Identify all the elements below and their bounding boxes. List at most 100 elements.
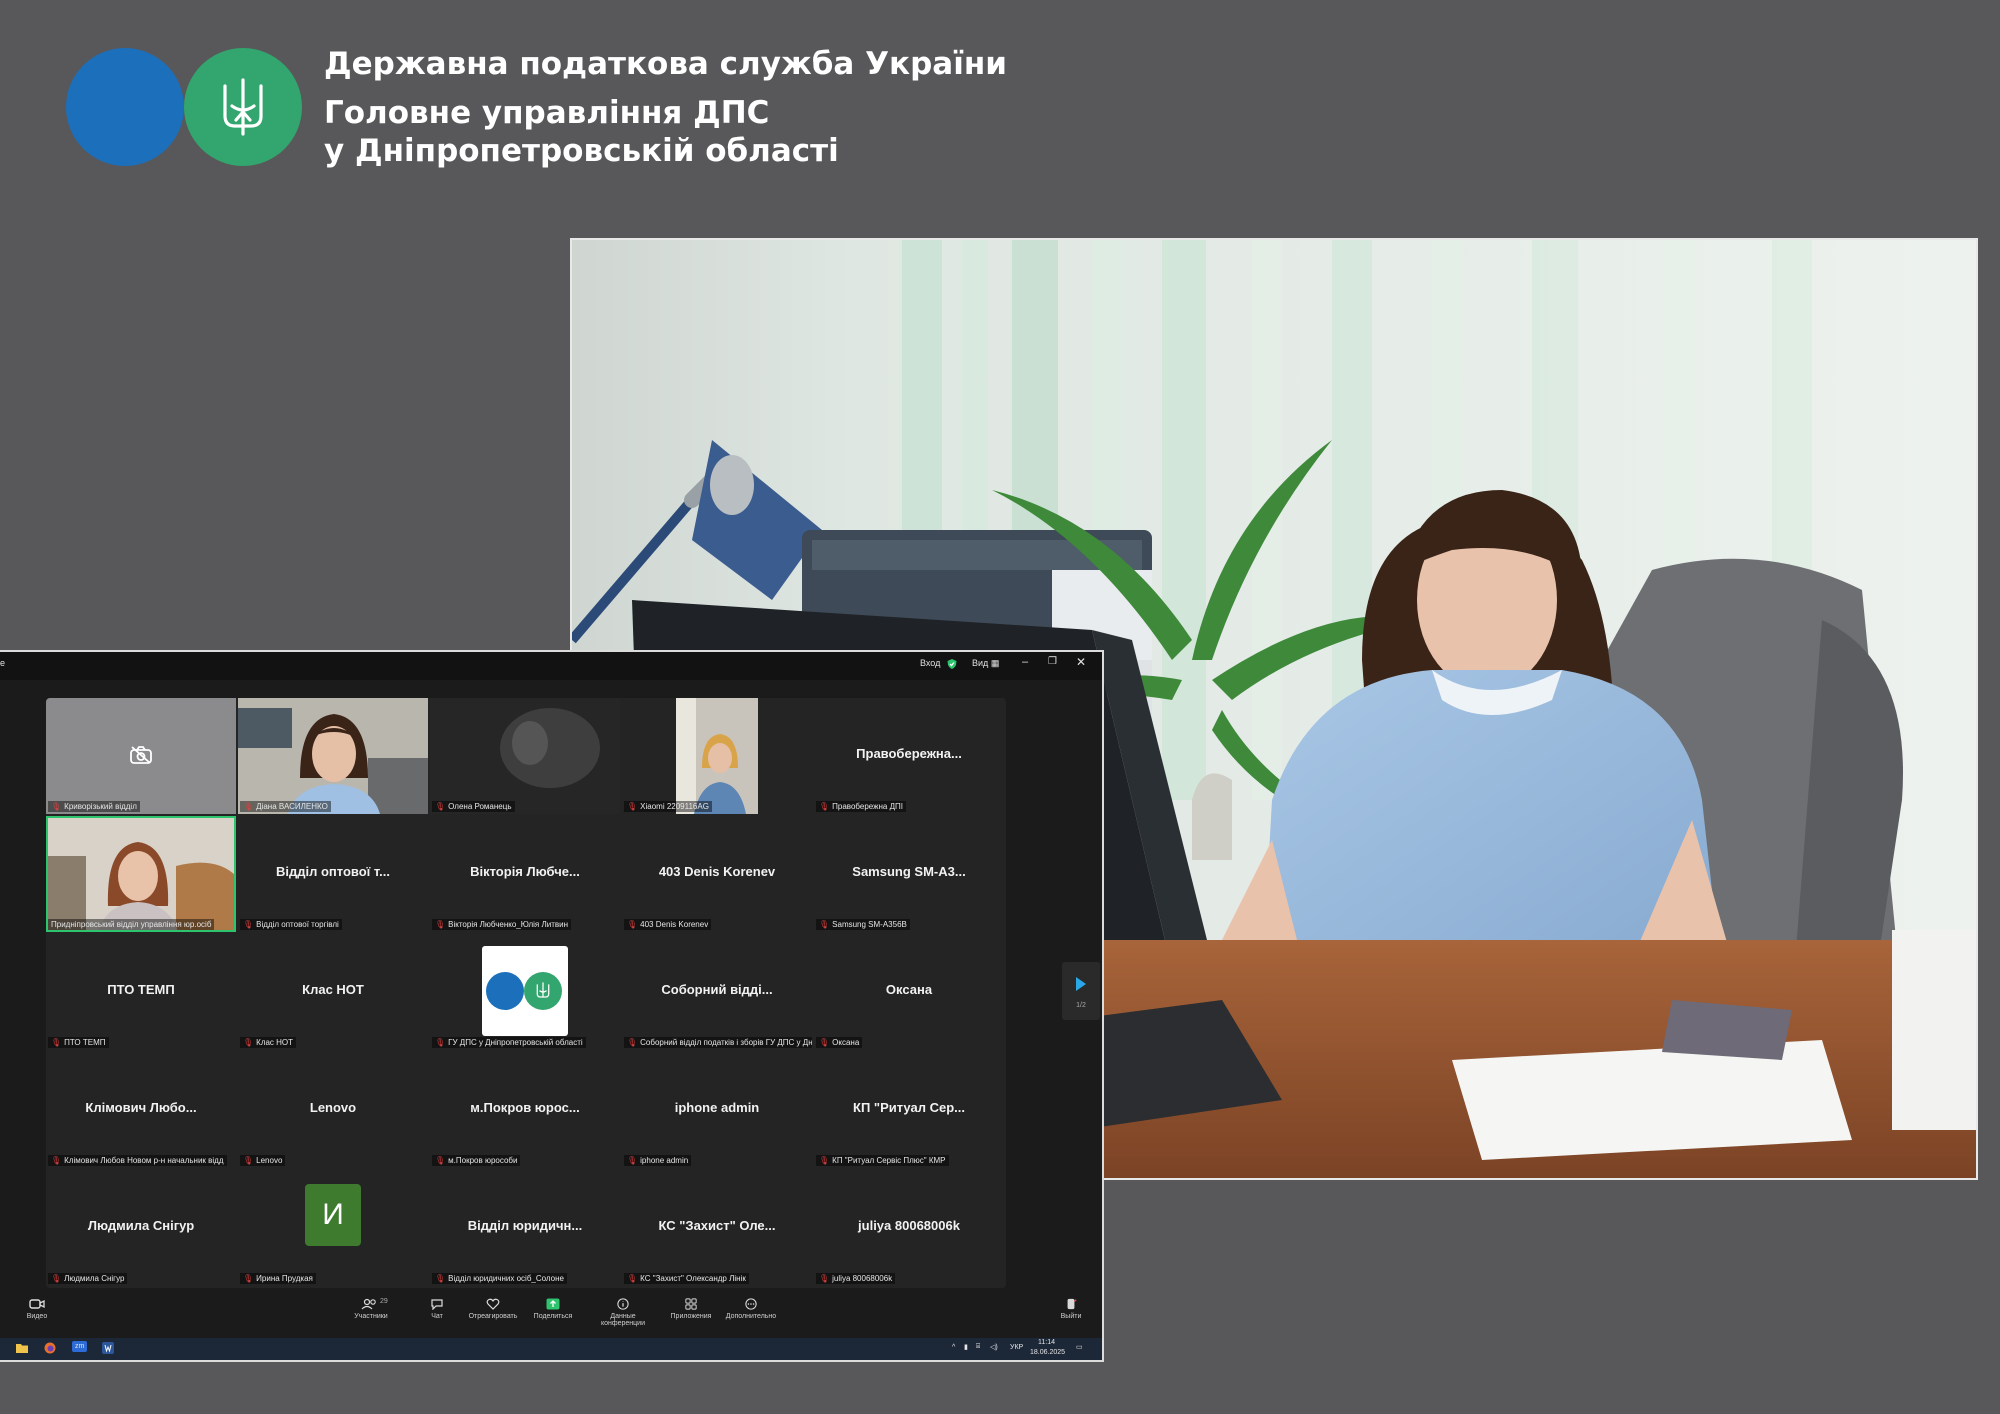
participant-label: 🎙 Соборний відділ податків і зборів ГУ ДП… xyxy=(624,1037,812,1048)
zoom-window[interactable]: e Вход Вид ▦ – ❐ ✕ 🎙Криворізький відділ xyxy=(0,650,1104,1362)
participant-tile[interactable]: 403 Denis Korenev 🎙 403 Denis Korenev xyxy=(622,816,812,932)
participant-label-text: Клімович Любов Новом р-н начальник відд xyxy=(64,1156,224,1165)
participant-tile[interactable]: Людмила Снігур 🎙 Людмила Снігур xyxy=(46,1170,236,1286)
network-icon[interactable]: ⌸ xyxy=(976,1343,980,1351)
minimize-button[interactable]: – xyxy=(1022,656,1028,668)
participant-tile[interactable]: КП "Ритуал Сер... 🎙 КП "Ритуал Сервіс Плю… xyxy=(814,1052,1004,1168)
dps-logo xyxy=(66,48,302,166)
mic-muted-icon: 🎙 xyxy=(627,1274,638,1283)
view-button[interactable]: Вид ▦ xyxy=(972,658,999,669)
participant-name: Соборний відді... xyxy=(661,982,773,997)
participants-count: 29 xyxy=(380,1298,388,1305)
participant-tile[interactable]: Клімович Любо... 🎙 Клімович Любов Новом р… xyxy=(46,1052,236,1168)
participant-tile[interactable]: ПТО ТЕМП 🎙 ПТО ТЕМП xyxy=(46,934,236,1050)
participant-label-text: ГУ ДПС у Дніпропетровській області xyxy=(448,1038,583,1047)
participant-tile[interactable]: Оксана 🎙 Оксана xyxy=(814,934,1004,1050)
leave-label: Выйти xyxy=(1060,1313,1082,1320)
tray-chevron-icon[interactable]: ^ xyxy=(952,1344,955,1351)
participant-label-text: 403 Denis Korenev xyxy=(640,920,709,929)
leave-button[interactable]: Выйти xyxy=(1036,1298,1102,1320)
participant-label-text: juliya 80068006k xyxy=(832,1274,893,1283)
participant-label-text: Samsung SM-A356B xyxy=(832,920,907,929)
organization-header: Державна податкова служба України Головн… xyxy=(324,44,1007,170)
participant-gallery: 🎙 Криворізький відділ 🎙 Діана ВАСИЛЕНКО 🎙 О… xyxy=(46,698,1006,1288)
leave-icon xyxy=(1067,1298,1077,1310)
word-icon[interactable] xyxy=(102,1342,114,1356)
info-label: Данные конференции xyxy=(600,1313,646,1327)
mic-muted-icon: 🎙 xyxy=(243,802,254,811)
participant-label-text: iphone admin xyxy=(640,1156,689,1165)
mic-muted-icon: 🎙 xyxy=(819,1156,830,1165)
participant-label-text: Відділ оптової торгівлі xyxy=(256,920,339,929)
participant-tile[interactable]: juliya 80068006k 🎙 juliya 80068006k xyxy=(814,1170,1004,1286)
page-indicator: 1/2 xyxy=(1076,1002,1086,1009)
notifications-icon[interactable]: ▭ xyxy=(1076,1343,1083,1351)
restore-button[interactable]: ❐ xyxy=(1048,656,1057,667)
avatar-green-circle xyxy=(524,972,562,1010)
participant-label: 🎙 КС "Захист" Олександр Лінік xyxy=(624,1273,749,1284)
department-line-2: у Дніпропетровській області xyxy=(324,133,839,169)
participants-label: Участники xyxy=(354,1313,388,1320)
firefox-icon[interactable] xyxy=(44,1342,56,1356)
participant-tile[interactable]: КС "Захист" Оле... 🎙 КС "Захист" Олександ… xyxy=(622,1170,812,1286)
participant-tile[interactable]: Клас НОТ 🎙 Клас НОТ xyxy=(238,934,428,1050)
meeting-info-button[interactable]: Данные конференции xyxy=(588,1298,658,1327)
participant-tile[interactable]: м.Покров юрос... 🎙 м.Покров юрособи xyxy=(430,1052,620,1168)
participant-tile[interactable]: 🎙 Діана ВАСИЛЕНКО xyxy=(238,698,428,814)
initial-avatar: И xyxy=(305,1184,361,1246)
video-feed xyxy=(46,816,236,932)
participant-name: 403 Denis Korenev xyxy=(658,864,776,879)
more-button[interactable]: Дополнительно xyxy=(716,1298,786,1320)
active-speaker-tile[interactable]: Придніпровський відділ управління юр.осі… xyxy=(46,816,236,932)
participant-label-text: Криворізький відділ xyxy=(64,802,137,811)
mic-muted-icon: 🎙 xyxy=(627,1156,638,1165)
participant-label-text: Клас НОТ xyxy=(256,1038,294,1047)
department-name: Головне управління ДПС у Дніпропетровськ… xyxy=(324,94,1007,170)
volume-icon[interactable]: ◁) xyxy=(990,1343,998,1351)
participant-label: 🎙 juliya 80068006k xyxy=(816,1273,896,1284)
participant-tile[interactable]: 🎙 ГУ ДПС у Дніпропетровській області xyxy=(430,934,620,1050)
participant-tile[interactable]: Соборний відді... 🎙 Соборний відділ подат… xyxy=(622,934,812,1050)
next-page-button[interactable]: 1/2 xyxy=(1062,962,1100,1020)
mic-muted-icon: 🎙 xyxy=(435,1038,446,1047)
participant-tile[interactable]: Відділ оптової т... 🎙 Відділ оптової торг… xyxy=(238,816,428,932)
close-button[interactable]: ✕ xyxy=(1076,655,1086,669)
participant-label: 🎙 Відділ юридичних осіб_Солоне xyxy=(432,1273,567,1284)
participant-name: Lenovo xyxy=(309,1100,357,1115)
participant-label-text: Xiaomi 2209116AG xyxy=(640,802,709,811)
trident-icon xyxy=(536,982,550,998)
participant-label: 🎙 Діана ВАСИЛЕНКО xyxy=(240,801,331,812)
participant-tile[interactable]: Правобережна... 🎙 Правобережна ДПІ xyxy=(814,698,1004,814)
login-button[interactable]: Вход xyxy=(920,658,940,668)
participant-label-text: КС "Захист" Олександр Лінік xyxy=(640,1274,746,1283)
participant-label: 🎙 Людмила Снігур xyxy=(48,1273,128,1284)
language-indicator[interactable]: УКР xyxy=(1010,1344,1023,1351)
participant-tile[interactable]: И 🎙 Ирина Прудкая xyxy=(238,1170,428,1286)
participant-tile[interactable]: Вікторія Любче... 🎙 Вікторія Любченко_Юлі… xyxy=(430,816,620,932)
video-button[interactable]: Видео xyxy=(2,1298,72,1320)
zoom-app-icon[interactable]: zm xyxy=(72,1341,88,1352)
heart-icon xyxy=(486,1298,500,1310)
participant-tile[interactable]: Samsung SM-A3... 🎙 Samsung SM-A356B xyxy=(814,816,1004,932)
shield-icon xyxy=(946,658,958,672)
participant-tile[interactable]: iphone admin 🎙 iphone admin xyxy=(622,1052,812,1168)
apps-label: Приложения xyxy=(670,1313,712,1320)
participant-tile[interactable]: 🎙 Xiaomi 2209116AG xyxy=(622,698,812,814)
participants-button[interactable]: 29 Участники xyxy=(336,1298,406,1320)
participant-label: 🎙 Олена Романець xyxy=(432,801,515,812)
mic-muted-icon: 🎙 xyxy=(435,1274,446,1283)
window-title-fragment: e xyxy=(0,658,6,668)
participant-tile[interactable]: Lenovo 🎙 Lenovo xyxy=(238,1052,428,1168)
participant-name: КП "Ритуал Сер... xyxy=(853,1100,965,1115)
participant-tile[interactable]: 🎙 Олена Романець xyxy=(430,698,620,814)
mic-muted-icon: 🎙 xyxy=(243,1038,254,1047)
mic-muted-icon: 🎙 xyxy=(51,1274,62,1283)
participant-tile[interactable]: Відділ юридичн... 🎙 Відділ юридичних осіб… xyxy=(430,1170,620,1286)
participant-tile[interactable]: 🎙 Криворізький відділ xyxy=(46,698,236,814)
grid-view-icon: ▦ xyxy=(990,658,1000,668)
mic-muted-icon: 🎙 xyxy=(819,1274,830,1283)
participant-name: КС "Захист" Оле... xyxy=(658,1218,776,1233)
participant-name: Правобережна... xyxy=(856,746,962,761)
file-explorer-icon[interactable] xyxy=(16,1343,28,1355)
share-screen-button[interactable]: Поделиться xyxy=(518,1298,588,1320)
